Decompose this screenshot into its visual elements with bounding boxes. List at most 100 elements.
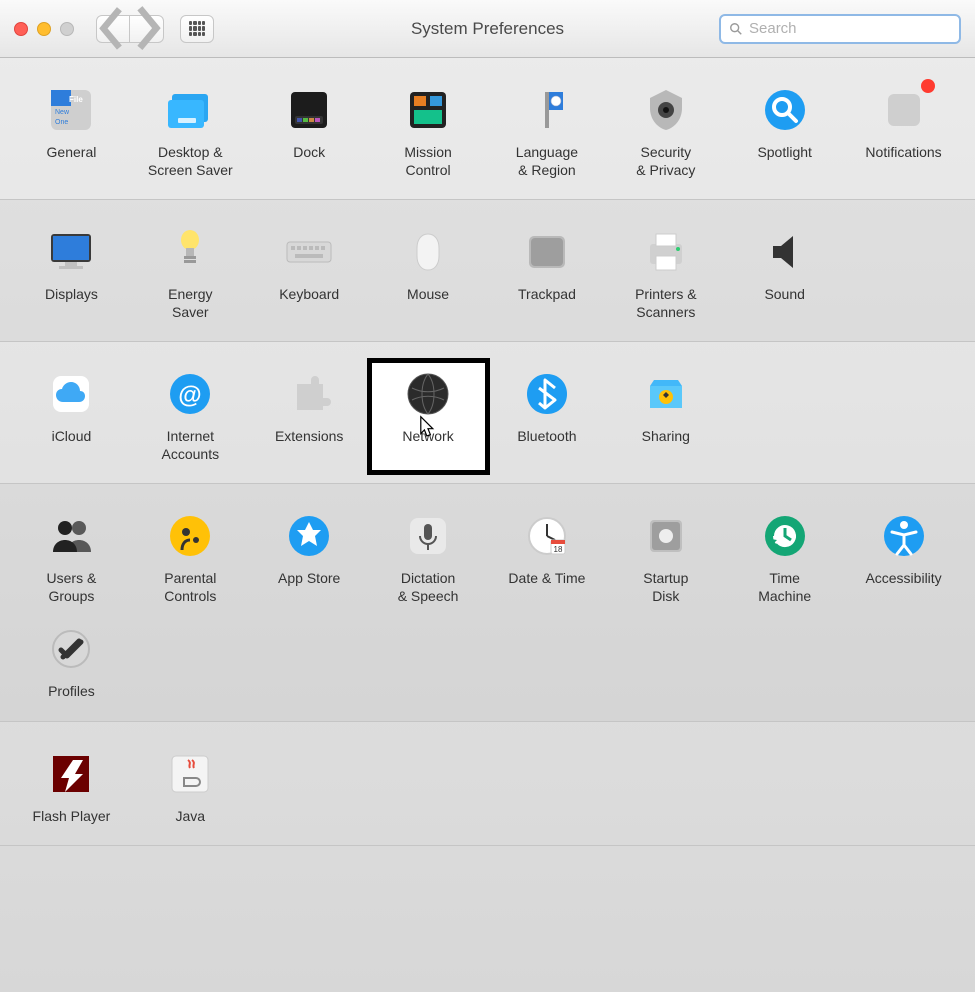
pref-profiles[interactable]: Profiles <box>12 615 131 711</box>
datetime-icon <box>519 508 575 564</box>
pref-datetime[interactable]: Date & Time <box>488 502 607 615</box>
trackpad-icon <box>519 224 575 280</box>
java-icon <box>162 746 218 802</box>
pref-language[interactable]: Language & Region <box>488 76 607 189</box>
pref-label: Users & Groups <box>47 570 97 605</box>
pref-label: Sharing <box>642 428 690 446</box>
search-field[interactable] <box>719 14 961 44</box>
pref-label: Desktop & Screen Saver <box>148 144 233 179</box>
profiles-icon <box>43 621 99 677</box>
pref-timemachine[interactable]: Time Machine <box>725 502 844 615</box>
pref-label: Printers & Scanners <box>635 286 696 321</box>
pref-flash[interactable]: Flash Player <box>12 740 131 836</box>
pref-java[interactable]: Java <box>131 740 250 836</box>
pref-label: Date & Time <box>508 570 585 588</box>
pref-internet[interactable]: Internet Accounts <box>131 360 250 473</box>
pref-section: Flash Player Java <box>0 722 975 847</box>
pref-extensions[interactable]: Extensions <box>250 360 369 473</box>
dock-icon <box>281 82 337 138</box>
forward-button[interactable] <box>130 15 164 43</box>
pref-startup[interactable]: Startup Disk <box>606 502 725 615</box>
grid-icon <box>189 21 205 37</box>
pref-label: Security & Privacy <box>636 144 695 179</box>
pref-label: App Store <box>278 570 340 588</box>
pref-dictation[interactable]: Dictation & Speech <box>369 502 488 615</box>
pref-label: Java <box>176 808 206 826</box>
search-input[interactable] <box>749 20 951 37</box>
window-title: System Preferences <box>411 19 564 39</box>
pref-accessibility[interactable]: Accessibility <box>844 502 963 615</box>
pref-mouse[interactable]: Mouse <box>369 218 488 331</box>
pref-label: Spotlight <box>757 144 811 162</box>
pref-label: Bluetooth <box>517 428 576 446</box>
pref-section: Displays Energy Saver Keyboard Mouse Trackpa… <box>0 200 975 342</box>
minimize-window-button[interactable] <box>37 22 51 36</box>
users-icon <box>43 508 99 564</box>
pref-security[interactable]: Security & Privacy <box>606 76 725 189</box>
pref-label: Accessibility <box>865 570 941 588</box>
pref-keyboard[interactable]: Keyboard <box>250 218 369 331</box>
timemachine-icon <box>757 508 813 564</box>
energy-icon <box>162 224 218 280</box>
pref-label: Extensions <box>275 428 343 446</box>
pref-section: iCloud Internet Accounts Extensions Network… <box>0 342 975 484</box>
pref-label: Dictation & Speech <box>398 570 459 605</box>
pref-network[interactable]: Network <box>369 360 488 473</box>
pref-label: Mission Control <box>404 144 451 179</box>
pref-energy[interactable]: Energy Saver <box>131 218 250 331</box>
accessibility-icon <box>876 508 932 564</box>
spotlight-icon <box>757 82 813 138</box>
close-window-button[interactable] <box>14 22 28 36</box>
keyboard-icon <box>281 224 337 280</box>
back-button[interactable] <box>96 15 130 43</box>
pref-row: Displays Energy Saver Keyboard Mouse Trackpa… <box>0 218 975 331</box>
pref-notifications[interactable]: Notifications <box>844 76 963 189</box>
pref-trackpad[interactable]: Trackpad <box>488 218 607 331</box>
pref-general[interactable]: General <box>12 76 131 189</box>
search-icon <box>729 22 743 36</box>
displays-icon <box>43 224 99 280</box>
pref-appstore[interactable]: App Store <box>250 502 369 615</box>
sharing-icon <box>638 366 694 422</box>
pref-sound[interactable]: Sound <box>725 218 844 331</box>
appstore-icon <box>281 508 337 564</box>
pref-label: iCloud <box>52 428 92 446</box>
sound-icon <box>757 224 813 280</box>
security-icon <box>638 82 694 138</box>
zoom-window-button[interactable] <box>60 22 74 36</box>
pref-label: Startup Disk <box>643 570 688 605</box>
pref-row: Profiles <box>0 615 975 711</box>
pref-printers[interactable]: Printers & Scanners <box>606 218 725 331</box>
pref-desktop[interactable]: Desktop & Screen Saver <box>131 76 250 189</box>
pref-mission[interactable]: Mission Control <box>369 76 488 189</box>
chevron-left-icon <box>97 6 129 51</box>
pref-label: Keyboard <box>279 286 339 304</box>
pref-row: Users & Groups Parental Controls App Store… <box>0 502 975 615</box>
mouse-icon <box>400 224 456 280</box>
pref-sharing[interactable]: Sharing <box>606 360 725 473</box>
bluetooth-icon <box>519 366 575 422</box>
pref-row: Flash Player Java <box>0 740 975 836</box>
pref-bluetooth[interactable]: Bluetooth <box>488 360 607 473</box>
show-all-button[interactable] <box>180 15 214 43</box>
pref-section: Users & Groups Parental Controls App Store… <box>0 484 975 722</box>
pref-icloud[interactable]: iCloud <box>12 360 131 473</box>
pref-label: Flash Player <box>33 808 111 826</box>
pref-label: Energy Saver <box>168 286 212 321</box>
pref-users[interactable]: Users & Groups <box>12 502 131 615</box>
pref-label: Language & Region <box>516 144 578 179</box>
icloud-icon <box>43 366 99 422</box>
flash-icon <box>43 746 99 802</box>
pref-dock[interactable]: Dock <box>250 76 369 189</box>
mission-icon <box>400 82 456 138</box>
parental-icon <box>162 508 218 564</box>
chevron-right-icon <box>130 5 163 51</box>
toolbar: System Preferences <box>0 0 975 58</box>
pref-parental[interactable]: Parental Controls <box>131 502 250 615</box>
pref-label: Dock <box>293 144 325 162</box>
pref-label: Profiles <box>48 683 95 701</box>
pref-displays[interactable]: Displays <box>12 218 131 331</box>
pref-spotlight[interactable]: Spotlight <box>725 76 844 189</box>
pref-label: Trackpad <box>518 286 576 304</box>
pref-label: Mouse <box>407 286 449 304</box>
